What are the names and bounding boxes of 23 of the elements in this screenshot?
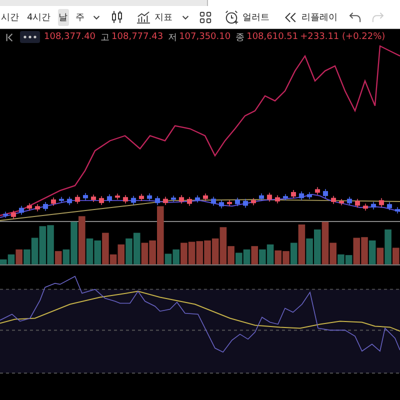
more-button[interactable] (20, 31, 40, 43)
alarm-clock-icon (224, 10, 239, 24)
price-change: +233.11 (+0.22%) (300, 32, 386, 42)
indicators-button[interactable]: 지표 (134, 10, 175, 24)
legend-value: 108,610.51 (246, 32, 298, 42)
grid-icon[interactable] (198, 10, 212, 24)
undo-icon[interactable] (348, 12, 362, 22)
interval-tab[interactable]: 주 (74, 8, 86, 26)
interval-tab[interactable]: 시간 (0, 8, 20, 26)
legend-value: 108,377.40 (44, 32, 96, 42)
alert-button[interactable]: 얼러트 (222, 10, 272, 24)
legend-label: 저 (168, 32, 178, 44)
interval-tab[interactable]: 4시간 (26, 8, 52, 26)
legend-label: 고 (100, 32, 110, 44)
collapse-icon[interactable] (5, 32, 14, 42)
interval-tab[interactable]: 날 (58, 8, 69, 26)
chart-icon (136, 10, 151, 24)
candlestick-icon[interactable] (110, 10, 124, 24)
replay-button[interactable]: 리플레이 (282, 10, 340, 24)
rewind-icon (284, 12, 298, 22)
legend-value: 107,350.10 (179, 32, 231, 42)
legend-label: 종 (236, 32, 245, 44)
legend-value: 108,777.43 (112, 32, 164, 42)
